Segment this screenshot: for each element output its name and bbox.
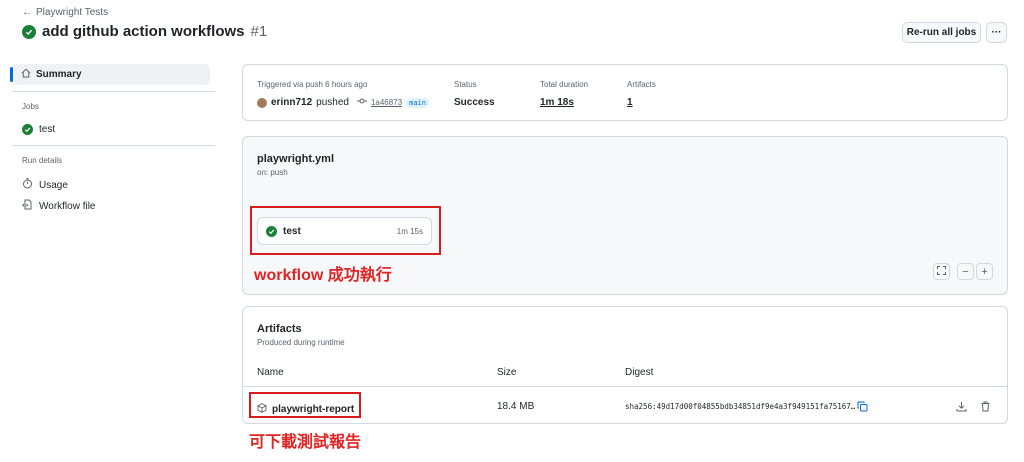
branch-badge[interactable]: main [406, 97, 429, 108]
table-row: playwright-report [257, 400, 354, 418]
artifacts-count-link[interactable]: 1 [627, 97, 633, 108]
sidebar-usage-label: Usage [39, 179, 68, 191]
delete-button[interactable] [980, 399, 991, 417]
trash-icon [980, 399, 991, 416]
status-label: Status [454, 80, 477, 89]
column-header-digest: Digest [625, 367, 654, 378]
plus-icon: + [981, 265, 988, 278]
commit-icon [356, 97, 367, 108]
sidebar-divider [12, 91, 215, 92]
download-icon [956, 399, 967, 416]
duration-label: Total duration [540, 80, 589, 89]
pushed-label: pushed [316, 97, 349, 108]
table-divider [243, 386, 1007, 387]
commit-link[interactable]: 1a46873 [371, 98, 402, 107]
home-icon [21, 68, 31, 81]
back-link-label: Playwright Tests [36, 7, 109, 18]
sidebar-item-workflow-file[interactable]: Workflow file [22, 199, 96, 213]
artifacts-title: Artifacts [257, 323, 302, 335]
run-details-heading: Run details [22, 156, 63, 165]
zoom-out-button[interactable]: − [957, 263, 974, 280]
sidebar-item-test[interactable]: test [22, 124, 55, 135]
trigger-label: Triggered via push 6 hours ago [257, 80, 368, 89]
annotation-text: 可下載測試報告 [249, 434, 362, 451]
zoom-in-button[interactable]: + [976, 263, 993, 280]
download-button[interactable] [956, 399, 967, 417]
run-number: #1 [250, 23, 268, 40]
sidebar-job-label: test [39, 124, 56, 135]
job-duration: 1m 15s [396, 226, 423, 236]
active-indicator [10, 67, 13, 82]
check-circle-icon [22, 124, 33, 135]
annotation-text: workflow 成功執行 [254, 267, 392, 284]
artifact-size: 18.4 MB [497, 401, 535, 412]
workflow-file-name: playwright.yml [257, 153, 335, 165]
workflow-trigger: on: push [257, 168, 288, 177]
sidebar-divider [12, 145, 215, 146]
file-code-icon [22, 199, 33, 213]
check-circle-icon [22, 24, 36, 39]
stopwatch-icon [22, 178, 33, 192]
copy-digest-button[interactable] [857, 399, 868, 417]
run-summary-card [242, 64, 1008, 121]
jobs-heading: Jobs [22, 102, 39, 111]
more-options-button[interactable]: ··· [986, 22, 1007, 43]
arrow-left-icon: ← [22, 7, 32, 18]
sidebar-item-summary[interactable]: Summary [10, 64, 210, 85]
sidebar-item-usage[interactable]: Usage [22, 178, 68, 192]
artifacts-subtitle: Produced during runtime [257, 338, 345, 347]
back-link[interactable]: ← Playwright Tests [22, 7, 108, 18]
artifact-digest: sha256:49d17d00f04855bdb34851df9e4a3f949… [625, 402, 856, 411]
artifact-name-link[interactable]: playwright-report [272, 404, 354, 415]
avatar [257, 97, 267, 108]
status-value: Success [454, 97, 495, 108]
fullscreen-icon [937, 265, 946, 278]
duration-link[interactable]: 1m 18s [540, 97, 574, 108]
run-title: add github action workflows [42, 23, 245, 40]
page-title: add github action workflows #1 [22, 23, 267, 40]
check-circle-icon [266, 225, 277, 237]
user-link[interactable]: erinn712 [271, 97, 312, 108]
fullscreen-button[interactable] [933, 263, 950, 280]
artifacts-label: Artifacts [627, 80, 656, 89]
column-header-size: Size [497, 367, 517, 378]
job-card-test[interactable]: test 1m 15s [257, 217, 432, 245]
minus-icon: − [962, 265, 969, 278]
sidebar-workflow-file-label: Workflow file [39, 200, 96, 212]
column-header-name: Name [257, 367, 284, 378]
package-icon [257, 400, 267, 418]
job-name: test [283, 225, 301, 237]
sidebar-summary-label: Summary [36, 69, 82, 80]
rerun-all-jobs-button[interactable]: Re-run all jobs [902, 22, 981, 43]
push-info: erinn712 pushed 1a46873 main [257, 97, 429, 108]
copy-icon [857, 399, 868, 416]
